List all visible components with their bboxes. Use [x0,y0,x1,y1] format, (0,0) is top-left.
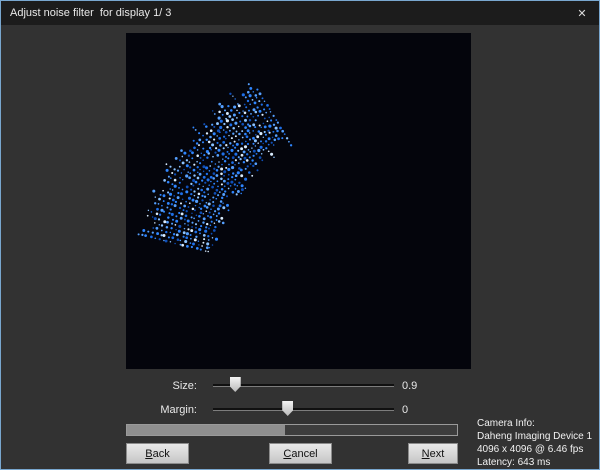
margin-value: 0 [402,404,408,416]
size-slider-thumb[interactable] [230,377,241,392]
camera-info-resolution: 4096 x 4096 @ 6.46 fps [477,443,597,456]
progress-bar [126,424,458,436]
camera-info-latency: Latency: 643 ms [477,456,597,469]
close-icon[interactable]: ✕ [565,1,599,25]
size-slider[interactable] [213,376,394,393]
margin-label: Margin: [135,404,197,416]
margin-slider-thumb[interactable] [282,401,293,416]
window-title: Adjust noise filter for display 1/ 3 [1,7,171,19]
margin-slider[interactable] [213,400,394,417]
pointcloud-svg [126,33,471,369]
camera-info: Camera Info: Daheng Imaging Device 1 409… [477,417,597,470]
dialog-window: Adjust noise filter for display 1/ 3 ✕ S… [0,0,600,470]
size-value: 0.9 [402,380,417,392]
camera-info-heading: Camera Info: [477,417,597,430]
back-button[interactable]: Back [126,443,189,464]
progress-bar-fill [127,425,285,435]
size-label: Size: [135,380,197,392]
margin-slider-track[interactable] [213,408,394,410]
next-button[interactable]: Next [408,443,458,464]
pointcloud-preview [126,33,471,369]
title-bar[interactable]: Adjust noise filter for display 1/ 3 ✕ [1,1,599,25]
camera-info-device: Daheng Imaging Device 1 [477,430,597,443]
cancel-button[interactable]: Cancel [269,443,332,464]
